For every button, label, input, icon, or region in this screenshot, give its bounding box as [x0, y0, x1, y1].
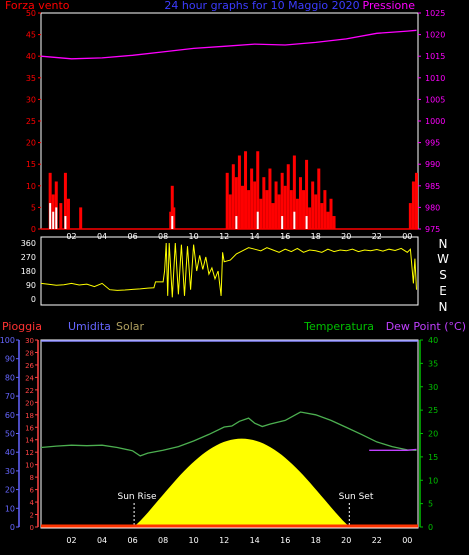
wind-tick-label: 35: [26, 74, 36, 83]
temp-tick-label: 0: [428, 523, 433, 532]
temp-tick-label: 35: [428, 359, 438, 368]
chart-title: 24 hour graphs for 10 Maggio 2020: [164, 0, 359, 12]
bottom-x-tick-label: 22: [372, 536, 382, 545]
pressure-tick-label: 1025: [425, 9, 445, 18]
pressure-tick-label: 1005: [425, 95, 445, 104]
compass-n-bottom: N: [439, 300, 448, 314]
direction-tick-label: 360: [21, 239, 36, 248]
humidity-tick-label: 10: [5, 504, 15, 513]
rain-tick-label: 4: [30, 499, 35, 507]
humidity-tick-label: 40: [5, 448, 15, 457]
bottom-x-tick-label: 12: [219, 536, 229, 545]
temp-tick-label: 30: [428, 383, 438, 392]
direction-tick-label: 0: [31, 295, 36, 304]
rain-tick-label: 2: [30, 512, 34, 520]
pressure-tick-label: 1010: [425, 74, 445, 83]
rain-tick-label: 14: [25, 437, 34, 445]
compass-e: E: [439, 284, 447, 298]
humidity-tick-label: 70: [5, 392, 15, 401]
rain-tick-label: 22: [25, 387, 34, 395]
wind-tick-label: 40: [26, 52, 36, 61]
dewpoint-line: [369, 448, 417, 451]
pressure-line: [40, 29, 417, 60]
direction-tick-label: 180: [21, 267, 36, 276]
humidity-tick-label: 30: [5, 467, 15, 476]
rain-tick-label: 20: [25, 399, 34, 407]
humidity-tick-label: 50: [5, 430, 15, 439]
direction-tick-label: 270: [21, 253, 36, 262]
legend-rain: Pioggia: [2, 320, 42, 333]
wind-tick-label: 45: [26, 31, 36, 40]
compass-w: W: [437, 252, 449, 266]
humidity-tick-label: 0: [10, 523, 15, 532]
temp-tick-label: 15: [428, 453, 438, 462]
bottom-x-tick-label: 14: [250, 536, 260, 545]
wind-tick-label: 30: [26, 95, 36, 104]
rain-tick-label: 10: [25, 462, 34, 470]
bottom-x-tick-label: 18: [311, 536, 321, 545]
wind-tick-label: 0: [31, 225, 36, 234]
rain-tick-label: 0: [30, 524, 34, 532]
direction-plot-frame: [40, 236, 419, 306]
pressure-tick-label: 1000: [425, 117, 445, 126]
sun-set-label: Sun Set: [339, 492, 374, 502]
wind-axis-title: Forza vento: [5, 0, 70, 12]
bottom-x-tick-label: 06: [127, 536, 137, 545]
humidity-tick-label: 100: [0, 336, 15, 345]
temp-tick-label: 40: [428, 336, 438, 345]
bottom-x-tick-label: 08: [158, 536, 168, 545]
pressure-tick-label: 975: [425, 225, 440, 234]
temp-tick-label: 10: [428, 476, 438, 485]
bottom-x-tick-label: 02: [66, 536, 76, 545]
temp-tick-label: 25: [428, 406, 438, 415]
humidity-tick-label: 80: [5, 373, 15, 382]
wind-tick-label: 10: [26, 182, 36, 191]
pressure-axis-title: Pressione: [363, 0, 416, 12]
bottom-x-tick-label: 20: [341, 536, 351, 545]
wind-tick-label: 20: [26, 139, 36, 148]
bottom-x-tick-label: 00: [402, 536, 412, 545]
pressure-tick-label: 1020: [425, 31, 445, 40]
rain-tick-label: 24: [25, 374, 34, 382]
pressure-tick-label: 990: [425, 160, 440, 169]
solar-area: [132, 438, 351, 528]
sun-rise-label: Sun Rise: [118, 492, 157, 502]
rain-tick-label: 28: [25, 349, 34, 357]
pressure-tick-label: 1015: [425, 52, 445, 61]
rain-tick-label: 8: [30, 474, 34, 482]
compass-n-top: N: [439, 237, 448, 251]
temp-tick-label: 5: [428, 500, 433, 509]
wind-tick-label: 5: [31, 203, 36, 212]
wind-direction-chart: 360 270 180 90 0: [21, 239, 417, 304]
rain-tick-label: 26: [25, 362, 34, 370]
wind-tick-label: 25: [26, 117, 36, 126]
direction-line: [40, 242, 417, 298]
wind-pressure-chart: 0510152025303540455097598098599099510001…: [26, 9, 446, 241]
pressure-tick-label: 985: [425, 182, 440, 191]
legend-solar: Solar: [116, 320, 145, 333]
wind-tick-label: 15: [26, 160, 36, 169]
rain-tick-label: 18: [25, 412, 34, 420]
compass-s: S: [439, 268, 447, 282]
bottom-x-tick-label: 16: [280, 536, 290, 545]
legend-dewpoint: Dew Point (°C): [386, 320, 466, 333]
temp-tick-label: 20: [428, 430, 438, 439]
rain-humidity-solar-temp-chart: 0102030405060708090100024681012141618202…: [0, 336, 438, 545]
wind-tick-label: 50: [26, 9, 36, 18]
humidity-tick-label: 60: [5, 411, 15, 420]
rain-tick-label: 6: [30, 487, 35, 495]
humidity-tick-label: 90: [5, 355, 15, 364]
pressure-tick-label: 995: [425, 139, 440, 148]
pressure-tick-label: 980: [425, 203, 440, 212]
rain-tick-label: 12: [25, 449, 34, 457]
legend-temperature: Temperatura: [303, 320, 374, 333]
legend-humidity: Umidita: [68, 320, 111, 333]
bottom-x-tick-label: 04: [97, 536, 107, 545]
weather-charts: Forza vento 24 hour graphs for 10 Maggio…: [0, 0, 466, 545]
humidity-tick-label: 20: [5, 486, 15, 495]
rain-tick-label: 16: [25, 424, 34, 432]
direction-tick-label: 90: [26, 281, 36, 290]
bottom-x-tick-label: 10: [189, 536, 199, 545]
rain-tick-label: 30: [25, 337, 34, 345]
